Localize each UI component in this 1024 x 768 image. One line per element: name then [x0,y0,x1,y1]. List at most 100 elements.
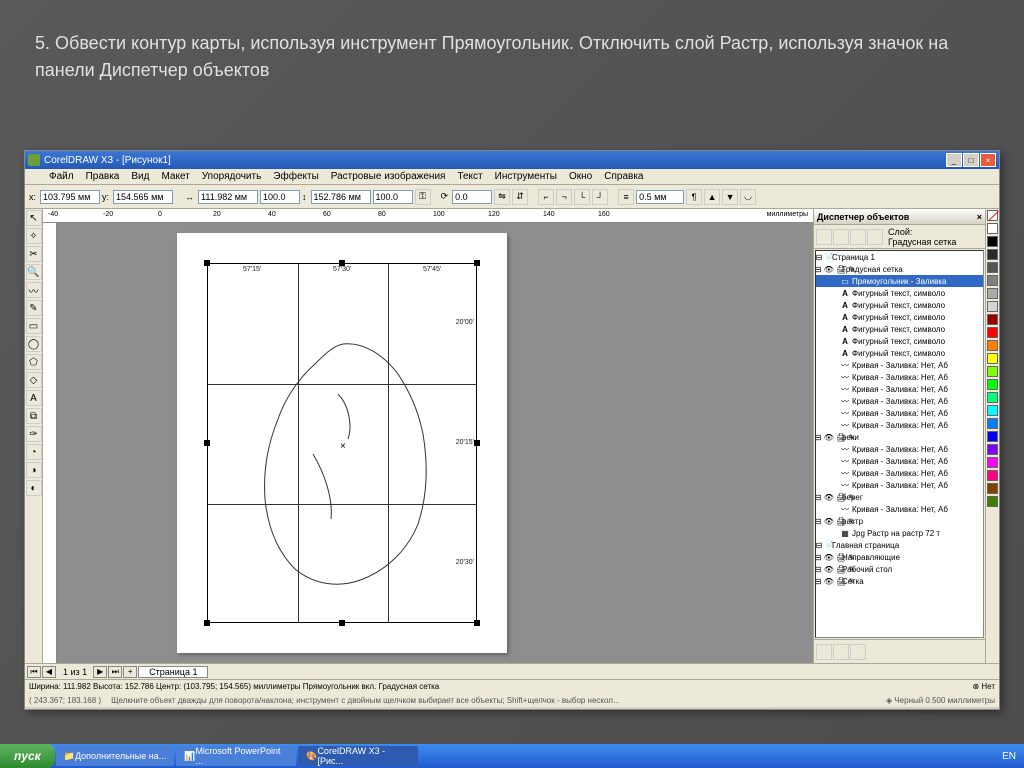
tree-item[interactable]: A Фигурный текст, символо [816,335,983,347]
menu-file[interactable]: Файл [43,171,80,182]
freehand-tool[interactable]: 〰 [26,282,42,298]
tree-item[interactable]: 〰 Кривая - Заливка: Нет, Аб [816,467,983,479]
tree-item[interactable]: ⊟ 👁 🖨 ✎ берег [816,491,983,503]
menu-arrange[interactable]: Упорядочить [196,171,268,182]
smart-draw-tool[interactable]: ✎ [26,300,42,316]
tree-item[interactable]: 〰 Кривая - Заливка: Нет, Аб [816,359,983,371]
handle-bl[interactable] [204,620,210,626]
color-swatch[interactable] [987,301,998,312]
eyedropper-tool[interactable]: ✑ [26,426,42,442]
task-item-1[interactable]: 📁 Дополнительные на... [56,746,174,766]
canvas[interactable]: 57'15' 57'30' 57'45' 20'00' 20'15' 20'30… [57,223,813,663]
maximize-button[interactable]: □ [963,153,979,167]
add-page-button[interactable]: + [123,666,137,678]
to-front-icon[interactable]: ▲ [704,189,720,205]
basic-shapes-tool[interactable]: ◇ [26,372,42,388]
tree-item[interactable]: A Фигурный текст, символо [816,323,983,335]
task-item-2[interactable]: 📊 Microsoft PowerPoint ... [176,746,296,766]
color-swatch[interactable] [987,223,998,234]
tree-item[interactable]: 〰 Кривая - Заливка: Нет, Аб [816,443,983,455]
color-swatch[interactable] [987,327,998,338]
tree-item[interactable]: 〰 Кривая - Заливка: Нет, Аб [816,419,983,431]
layer-opts-icon[interactable] [867,229,883,245]
color-swatch[interactable] [987,418,998,429]
next-page-button[interactable]: ▶ [93,666,107,678]
color-swatch[interactable] [987,353,998,364]
tree-item[interactable]: 〰 Кривая - Заливка: Нет, Аб [816,479,983,491]
color-swatch[interactable] [987,379,998,390]
color-swatch[interactable] [987,457,998,468]
tree-item[interactable]: 〰 Кривая - Заливка: Нет, Аб [816,503,983,515]
color-swatch[interactable] [987,340,998,351]
page-tab[interactable]: Страница 1 [138,666,208,678]
tree-item[interactable]: ▭ Прямоугольник - Заливка [816,275,983,287]
scaley-input[interactable] [373,190,413,204]
layer-props-icon[interactable] [833,229,849,245]
color-swatch[interactable] [987,275,998,286]
menu-bitmaps[interactable]: Растровые изображения [325,171,452,182]
color-swatch[interactable] [987,496,998,507]
no-color-swatch[interactable] [987,210,998,221]
shape-tool[interactable]: ✧ [26,228,42,244]
color-swatch[interactable] [987,470,998,481]
handle-tr[interactable] [474,260,480,266]
object-tree[interactable]: ⊟ 📄 Страница 1⊟ 👁 🖨 ✎ Градусная сетка▭ П… [815,250,984,638]
color-swatch[interactable] [987,249,998,260]
color-swatch[interactable] [987,314,998,325]
color-swatch[interactable] [987,405,998,416]
handle-tm[interactable] [339,260,345,266]
last-page-button[interactable]: ⏭ [108,666,122,678]
corner-tl-icon[interactable]: ⌐ [538,189,554,205]
zoom-tool[interactable]: 🔍 [26,264,42,280]
color-swatch[interactable] [987,431,998,442]
tree-item[interactable]: A Фигурный текст, символо [816,311,983,323]
scalex-input[interactable] [260,190,300,204]
x-input[interactable] [40,190,100,204]
menu-view[interactable]: Вид [125,171,155,182]
color-swatch[interactable] [987,366,998,377]
tree-item[interactable]: 〰 Кривая - Заливка: Нет, Аб [816,455,983,467]
handle-bm[interactable] [339,620,345,626]
new-master-icon[interactable] [833,644,849,660]
fill-tool[interactable]: ◑ [26,462,42,478]
menu-edit[interactable]: Правка [80,171,126,182]
polygon-tool[interactable]: ⬠ [26,354,42,370]
tree-item[interactable]: A Фигурный текст, символо [816,347,983,359]
handle-br[interactable] [474,620,480,626]
tree-item[interactable]: 〰 Кривая - Заливка: Нет, Аб [816,395,983,407]
handle-ml[interactable] [204,440,210,446]
text-tool[interactable]: A [26,390,42,406]
menu-help[interactable]: Справка [598,171,649,182]
ellipse-tool[interactable]: ◯ [26,336,42,352]
handle-mr[interactable] [474,440,480,446]
height-input[interactable] [311,190,371,204]
corner-bl-icon[interactable]: └ [574,189,590,205]
tree-item[interactable]: ⊟ 👁 🖨 ✎ Рабочий стол [816,563,983,575]
convert-curves-icon[interactable]: ◡ [740,189,756,205]
tree-item[interactable]: ⊟ 👁 🖨 ✎ Градусная сетка [816,263,983,275]
crop-tool[interactable]: ✂ [26,246,42,262]
color-swatch[interactable] [987,236,998,247]
tree-item[interactable]: A Фигурный текст, символо [816,287,983,299]
panel-close-icon[interactable]: × [977,212,982,222]
close-button[interactable]: × [980,153,996,167]
menu-effects[interactable]: Эффекты [267,171,324,182]
minimize-button[interactable]: _ [946,153,962,167]
pick-tool[interactable]: ↖ [26,210,42,226]
delete-layer-icon[interactable] [850,644,866,660]
layer-visible-icon[interactable] [850,229,866,245]
tree-item[interactable]: 〰 Кривая - Заливка: Нет, Аб [816,383,983,395]
handle-tl[interactable] [204,260,210,266]
interactive-fill-tool[interactable]: ◐ [26,480,42,496]
new-layer2-icon[interactable] [816,644,832,660]
tree-item[interactable]: ▦ Jpg Растр на растр 72 т [816,527,983,539]
rectangle-tool[interactable]: ▭ [26,318,42,334]
first-page-button[interactable]: ⏮ [27,666,41,678]
color-swatch[interactable] [987,288,998,299]
color-swatch[interactable] [987,262,998,273]
outline-tool[interactable]: ◔ [26,444,42,460]
color-swatch[interactable] [987,392,998,403]
system-tray[interactable]: EN [994,751,1024,762]
menu-text[interactable]: Текст [451,171,488,182]
corner-tr-icon[interactable]: ¬ [556,189,572,205]
